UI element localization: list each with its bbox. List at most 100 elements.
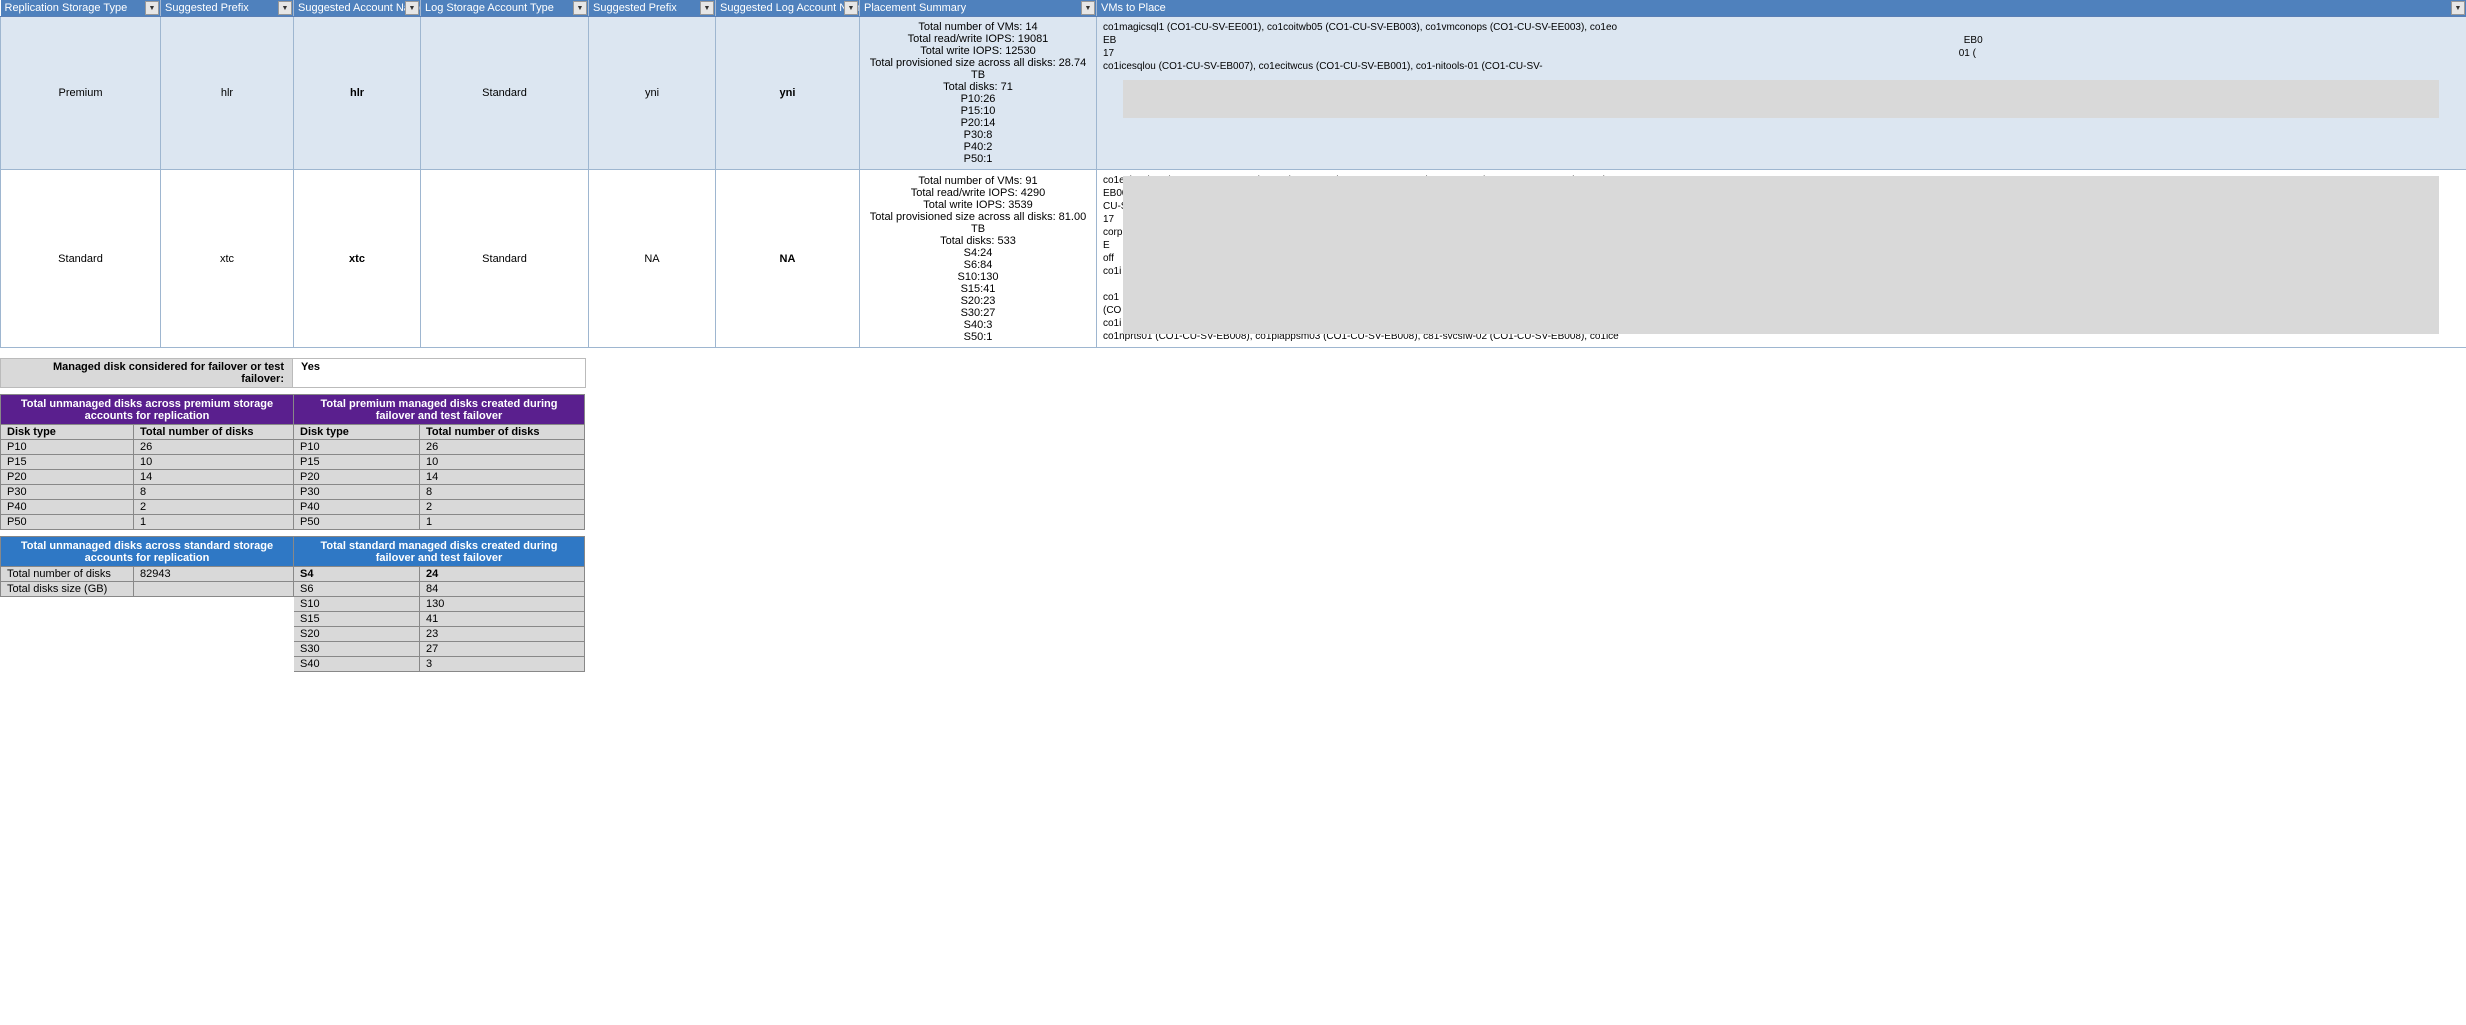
- table-row: StandardxtcxtcStandardNANATotal number o…: [1, 170, 2466, 348]
- filter-icon[interactable]: ▼: [405, 1, 419, 15]
- cell: 14: [420, 470, 585, 485]
- filter-icon[interactable]: ▼: [700, 1, 714, 15]
- cell: [134, 612, 294, 627]
- cell: 2: [420, 500, 585, 515]
- cell: xtc: [161, 170, 294, 348]
- cell: Standard: [421, 17, 589, 170]
- cell: 26: [134, 440, 294, 455]
- cell: Standard: [1, 170, 161, 348]
- cell: P30: [294, 485, 420, 500]
- table-row: PremiumhlrhlrStandardyniyniTotal number …: [1, 17, 2466, 170]
- cell: S20: [294, 627, 420, 642]
- premium-managed-header: Total premium managed disks created duri…: [294, 395, 585, 425]
- cell: yni: [589, 17, 716, 170]
- col-replication-storage-type[interactable]: Replication Storage Type▼: [1, 0, 161, 17]
- cell: hlr: [161, 17, 294, 170]
- storage-placement-table: Replication Storage Type▼ Suggested Pref…: [0, 0, 2466, 348]
- disk-count-header: Total number of disks: [420, 425, 585, 440]
- placement-summary-cell: Total number of VMs: 91Total read/write …: [860, 170, 1097, 348]
- col-suggested-prefix-1[interactable]: Suggested Prefix▼: [161, 0, 294, 17]
- managed-disk-row: Managed disk considered for failover or …: [0, 358, 2466, 388]
- cell: NA: [716, 170, 860, 348]
- table-row: P2014P2014: [1, 470, 585, 485]
- cell: yni: [716, 17, 860, 170]
- table-row: P1026P1026: [1, 440, 585, 455]
- cell: S4: [294, 567, 420, 582]
- filter-icon[interactable]: ▼: [278, 1, 292, 15]
- cell: [1, 657, 134, 672]
- cell: 23: [420, 627, 585, 642]
- cell: 41: [420, 612, 585, 627]
- cell: 26: [420, 440, 585, 455]
- cell: xtc: [294, 170, 421, 348]
- disk-type-header: Disk type: [294, 425, 420, 440]
- cell: [134, 657, 294, 672]
- table-row: P501P501: [1, 515, 585, 530]
- premium-unmanaged-header: Total unmanaged disks across premium sto…: [1, 395, 294, 425]
- cell: hlr: [294, 17, 421, 170]
- header-row: Replication Storage Type▼ Suggested Pref…: [1, 0, 2466, 17]
- cell: [1, 642, 134, 657]
- cell: P15: [294, 455, 420, 470]
- cell: Total disks size (GB): [1, 582, 134, 597]
- table-row: S2023: [1, 627, 585, 642]
- cell: NA: [589, 170, 716, 348]
- cell: P50: [294, 515, 420, 530]
- cell: [134, 627, 294, 642]
- cell: [1, 627, 134, 642]
- cell: 84: [420, 582, 585, 597]
- col-vms-to-place[interactable]: VMs to Place▼: [1097, 0, 2466, 17]
- filter-icon[interactable]: ▼: [1081, 1, 1095, 15]
- placement-summary-cell: Total number of VMs: 14Total read/write …: [860, 17, 1097, 170]
- filter-icon[interactable]: ▼: [145, 1, 159, 15]
- cell: 1: [134, 515, 294, 530]
- standard-unmanaged-header: Total unmanaged disks across standard st…: [1, 537, 294, 567]
- cell: 130: [420, 597, 585, 612]
- cell: [1, 597, 134, 612]
- cell: P30: [1, 485, 134, 500]
- cell: S40: [294, 657, 420, 672]
- col-log-storage-account-type[interactable]: Log Storage Account Type▼: [421, 0, 589, 17]
- cell: Premium: [1, 17, 161, 170]
- cell: 8: [420, 485, 585, 500]
- disk-type-header: Disk type: [1, 425, 134, 440]
- cell: 14: [134, 470, 294, 485]
- redacted-region: [1123, 176, 2439, 334]
- table-row: Total number of disks82943S424: [1, 567, 585, 582]
- table-row: Total disks size (GB) S684: [1, 582, 585, 597]
- cell: P40: [294, 500, 420, 515]
- cell: S30: [294, 642, 420, 657]
- table-row: P402P402: [1, 500, 585, 515]
- filter-icon[interactable]: ▼: [573, 1, 587, 15]
- premium-disks-table: Total unmanaged disks across premium sto…: [0, 394, 585, 530]
- cell: P20: [294, 470, 420, 485]
- managed-disk-label: Managed disk considered for failover or …: [0, 358, 293, 388]
- table-row: P1510P1510: [1, 455, 585, 470]
- col-suggested-prefix-2[interactable]: Suggested Prefix▼: [589, 0, 716, 17]
- cell: P10: [1, 440, 134, 455]
- cell: S15: [294, 612, 420, 627]
- cell: 24: [420, 567, 585, 582]
- disk-count-header: Total number of disks: [134, 425, 294, 440]
- cell: 3: [420, 657, 585, 672]
- cell: [1, 612, 134, 627]
- col-suggested-log-account-name[interactable]: Suggested Log Account Name▼: [716, 0, 860, 17]
- col-suggested-account-name[interactable]: Suggested Account Name▼: [294, 0, 421, 17]
- table-row: S1541: [1, 612, 585, 627]
- filter-icon[interactable]: ▼: [2451, 1, 2465, 15]
- cell: 2: [134, 500, 294, 515]
- filter-icon[interactable]: ▼: [844, 1, 858, 15]
- table-row: P308P308: [1, 485, 585, 500]
- vms-to-place-cell: co1magicsql1 (CO1-CU-SV-EE001), co1coitw…: [1097, 17, 2466, 170]
- redacted-region: [1123, 80, 2439, 118]
- cell: 8: [134, 485, 294, 500]
- managed-disk-value: Yes: [293, 358, 586, 388]
- cell: 10: [420, 455, 585, 470]
- col-placement-summary[interactable]: Placement Summary▼: [860, 0, 1097, 17]
- cell: S6: [294, 582, 420, 597]
- cell: P20: [1, 470, 134, 485]
- cell: 27: [420, 642, 585, 657]
- cell: S10: [294, 597, 420, 612]
- cell: P10: [294, 440, 420, 455]
- cell: P15: [1, 455, 134, 470]
